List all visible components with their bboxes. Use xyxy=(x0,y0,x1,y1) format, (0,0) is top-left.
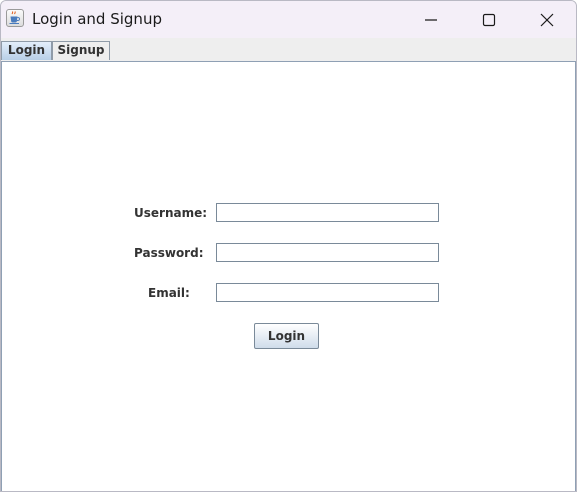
login-button[interactable]: Login xyxy=(254,323,319,349)
java-cup-icon xyxy=(6,9,24,27)
app-window: Login and Signup Login Signup Username: … xyxy=(0,0,577,492)
username-label: Username: xyxy=(134,206,208,220)
email-field[interactable] xyxy=(216,283,439,302)
close-button[interactable] xyxy=(518,1,576,38)
window-title: Login and Signup xyxy=(32,10,162,28)
username-field[interactable] xyxy=(216,203,439,222)
maximize-icon xyxy=(482,13,496,27)
tab-signup[interactable]: Signup xyxy=(52,41,110,60)
minimize-button[interactable] xyxy=(402,1,460,38)
password-label: Password: xyxy=(134,246,204,260)
minimize-icon xyxy=(425,19,437,21)
email-label: Email: xyxy=(148,286,190,300)
tab-login[interactable]: Login xyxy=(1,41,52,60)
maximize-button[interactable] xyxy=(460,1,518,38)
tab-strip: Login Signup xyxy=(1,38,576,61)
password-field[interactable] xyxy=(216,243,439,262)
login-panel: Username: Password: Email: Login xyxy=(1,61,576,491)
close-icon xyxy=(540,13,554,27)
title-bar[interactable]: Login and Signup xyxy=(1,1,576,38)
